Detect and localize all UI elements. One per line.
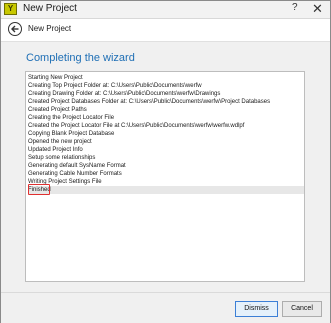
wizard-content: Completing the wizard Starting New Proje…	[1, 42, 330, 292]
progress-log-list[interactable]: Starting New Project Creating Top Projec…	[25, 71, 305, 282]
back-arrow-icon[interactable]	[8, 22, 22, 36]
log-line: Creating Drawing Folder at: C:\Users\Pub…	[28, 91, 221, 97]
log-line: Creating the Project Locator File	[28, 115, 115, 121]
log-line: Updated Project Info	[28, 147, 83, 153]
new-project-window: Y New Project ? ✕ New Project Completing…	[0, 0, 331, 323]
title-bar[interactable]: Y New Project ? ✕	[1, 1, 330, 19]
window-title: New Project	[23, 3, 77, 14]
log-line: Created Project Databases Folder at: C:\…	[28, 99, 271, 105]
app-logo-icon: Y	[4, 3, 17, 15]
log-line: Created the Project Locator File at C:\U…	[28, 123, 245, 129]
cancel-button[interactable]: Cancel	[282, 301, 322, 317]
dismiss-button[interactable]: Dismiss	[235, 301, 278, 317]
log-line: Generating default SysName Format	[28, 163, 126, 169]
log-line: Copying Blank Project Database	[28, 131, 115, 137]
log-line: Created Project Paths	[28, 107, 87, 113]
log-line: Setup some relationships	[28, 155, 96, 161]
button-bar: Dismiss Cancel	[1, 292, 330, 323]
header-title: New Project	[28, 24, 72, 33]
close-button[interactable]: ✕	[312, 1, 323, 17]
log-line: Writing Project Settings File	[28, 179, 102, 185]
help-button[interactable]: ?	[292, 2, 298, 13]
annotation-highlight-box	[28, 184, 50, 195]
wizard-header: New Project	[1, 19, 330, 42]
log-line: Creating Top Project Folder at: C:\Users…	[28, 83, 202, 89]
log-line: Starting New Project	[28, 75, 83, 81]
log-line-selected[interactable]: Finished	[28, 184, 304, 195]
log-line: Generating Cable Number Formats	[28, 171, 122, 177]
page-title: Completing the wizard	[26, 52, 135, 64]
log-line: Opened the new project	[28, 139, 92, 145]
